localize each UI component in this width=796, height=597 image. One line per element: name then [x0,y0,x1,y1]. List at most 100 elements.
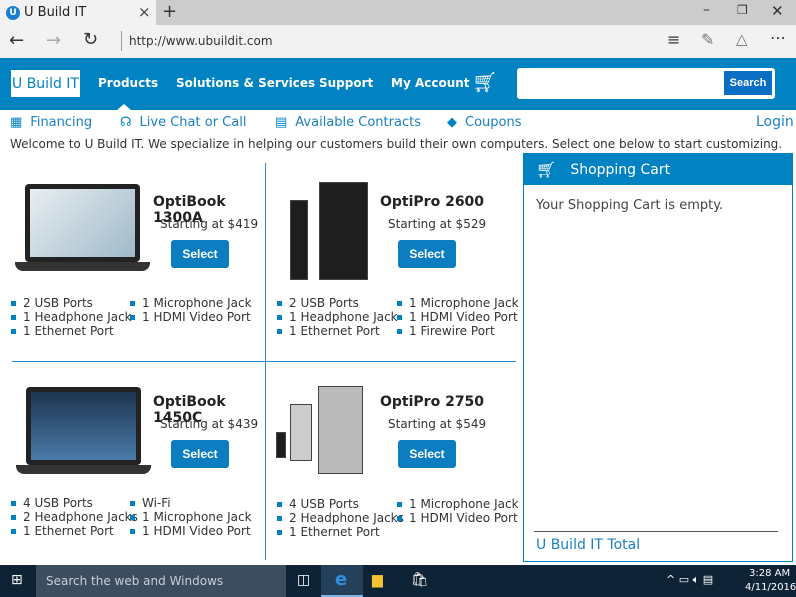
tower-image [318,386,363,474]
login-link[interactable]: Login [756,114,794,130]
tray-icons[interactable]: ^ ▭ 🔈︎ ▤ [666,573,713,587]
clock-date[interactable]: 4/11/2016 [745,582,796,593]
feature: 2 USB Ports [23,296,93,310]
more-icon[interactable]: ⋯ [770,28,786,47]
share-icon[interactable]: △ [736,30,748,48]
close-tab-icon[interactable]: × [138,3,151,21]
edge-icon: e [335,569,348,590]
cart-empty-text: Your Shopping Cart is empty. [536,198,724,213]
store-icon[interactable]: 🛍︎ [411,572,429,588]
feature-list: 1 Microphone Jack 1 HDMI Video Port [130,296,252,324]
product-card: OptiBook 1450C Starting at $439 Select 4… [0,362,265,560]
subnav-contracts[interactable]: ▤ Available Contracts [275,115,421,130]
subnav-label: Live Chat or Call [139,115,247,130]
feature: 4 USB Ports [23,496,93,510]
subnav-label: Coupons [465,115,522,130]
web-note-icon[interactable]: ✎ [701,30,714,49]
laptop-image [16,387,151,479]
feature: 1 Microphone Jack [142,296,252,310]
tower-image [319,182,368,280]
nav-products[interactable]: Products [98,76,158,90]
browser-tab[interactable]: U U Build IT × [0,0,156,25]
task-view-icon[interactable]: ◫ [297,572,310,588]
product-price: Starting at $529 [388,217,487,231]
product-card: OptiBook 1300A Starting at $419 Select 2… [0,163,265,361]
feature: 1 Ethernet Port [289,525,380,539]
feature: 2 Headphone Jacks [289,511,404,525]
cart-total-label: U Build IT Total [536,537,641,553]
shopping-cart-panel: 🛒︎ Shopping Cart Your Shopping Cart is em… [523,153,793,562]
feature: 1 Microphone Jack [409,296,519,310]
new-tab-button[interactable]: + [162,1,177,22]
site-favicon-icon: U [6,5,20,20]
nav-solutions[interactable]: Solutions & Services [176,76,315,90]
feature: 1 HDMI Video Port [409,511,518,525]
feature: 2 Headphone Jacks [23,510,138,524]
product-price: Starting at $419 [160,217,259,231]
cart-title: Shopping Cart [570,161,671,178]
subnav-label: Financing [30,115,93,130]
cart-icon: 🛒︎ [536,160,557,179]
forward-icon[interactable]: → [46,30,61,51]
calculator-icon: ▦ [10,115,23,130]
file-explorer-icon[interactable]: ▆ [372,572,383,588]
product-price: Starting at $549 [388,417,487,431]
tower-small-image [290,404,312,461]
product-name: OptiPro 2600 [380,194,485,210]
back-icon[interactable]: ← [9,30,24,51]
hub-icon[interactable]: ≡ [667,30,680,49]
feature-list: 2 USB Ports 1 Headphone Jack 1 Ethernet Po… [11,296,132,338]
feature: 1 Ethernet Port [23,524,114,538]
tower-small-image [290,200,308,280]
nav-my-account[interactable]: My Account [391,76,470,90]
subnav-coupons[interactable]: ◆ Coupons [447,115,522,130]
close-window-button[interactable]: ✕ [771,2,784,20]
feature: 4 USB Ports [289,497,359,511]
feature: 1 Microphone Jack [409,497,519,511]
tab-title: U Build IT [24,5,87,20]
feature: 1 Headphone Jack [289,310,398,324]
cart-header: 🛒︎ Shopping Cart [524,154,792,185]
nav-support[interactable]: Support [319,76,373,90]
product-price: Starting at $439 [160,417,259,431]
active-nav-pointer [117,104,131,110]
edge-taskbar-button[interactable]: e [321,565,363,597]
windows-start-icon[interactable]: ⊞ [11,572,23,588]
minimize-button[interactable]: – [703,2,710,18]
feature: 1 HDMI Video Port [409,310,518,324]
select-button[interactable]: Select [398,440,456,468]
feature: 2 USB Ports [289,296,359,310]
select-button[interactable]: Select [171,240,229,268]
feature: 1 Ethernet Port [23,324,114,338]
select-button[interactable]: Select [171,440,229,468]
feature: 1 HDMI Video Port [142,310,251,324]
product-card: OptiPro 2600 Starting at $529 Select 2 U… [266,163,520,361]
product-card: OptiPro 2750 Starting at $549 Select 4 U… [266,362,520,560]
product-name: OptiPro 2750 [380,394,485,410]
subnav-label: Available Contracts [295,115,421,130]
feature: 1 Ethernet Port [289,324,380,338]
brand-logo[interactable]: U Build IT [11,70,80,97]
subnav-financing[interactable]: ▦ Financing [10,115,92,130]
clock-time[interactable]: 3:28 AM [749,568,790,579]
cart-icon[interactable]: 🛒︎ [472,70,497,94]
select-button[interactable]: Select [398,240,456,268]
welcome-text: Welcome to U Build IT. We specialize in … [10,137,783,151]
taskbar-search[interactable]: Search the web and Windows [36,565,286,597]
feature: 1 HDMI Video Port [142,524,251,538]
search-button[interactable]: Search [724,71,772,95]
restore-button[interactable]: ❐ [737,3,748,17]
feature: 1 Headphone Jack [23,310,132,324]
document-icon: ▤ [275,115,288,130]
laptop-image [15,184,150,276]
tower-mini-image [276,432,286,458]
headset-icon: ☊ [120,115,132,130]
feature: Wi-Fi [142,496,171,510]
tag-icon: ◆ [447,115,457,130]
address-bar-area: ← → ↻ http://www.ubuildit.com ≡ ✎ △ ⋯ [0,25,796,58]
feature: 1 Firewire Port [409,324,495,338]
url-field[interactable]: http://www.ubuildit.com [129,34,273,48]
feature: 1 Microphone Jack [142,510,252,524]
refresh-icon[interactable]: ↻ [83,29,98,50]
subnav-live-chat[interactable]: ☊ Live Chat or Call [120,115,246,130]
